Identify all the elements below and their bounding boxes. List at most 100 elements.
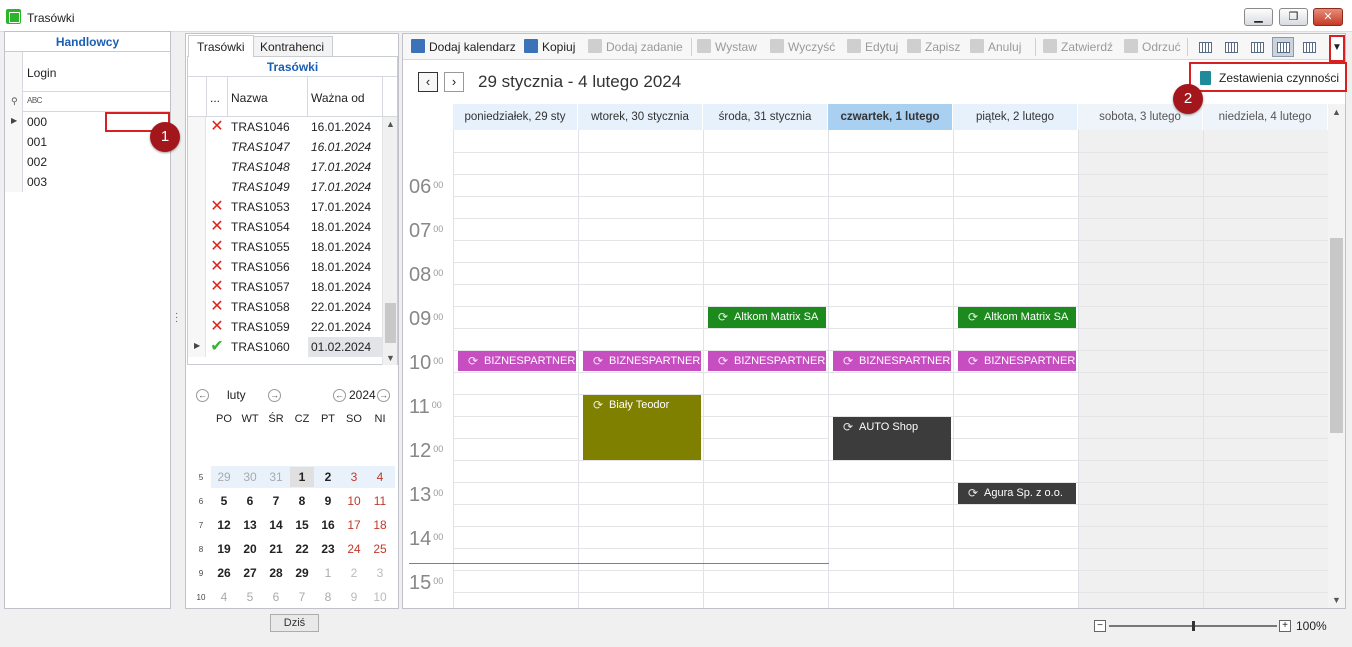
calendar-day[interactable]: 8 [290, 491, 314, 511]
calendar-day[interactable]: 9 [342, 587, 366, 607]
day-header-6[interactable]: niedziela, 4 lutego [1203, 104, 1328, 130]
zoom-slider-thumb[interactable] [1192, 621, 1195, 631]
prev-year-icon[interactable]: ← [333, 389, 346, 402]
day-column[interactable] [1203, 130, 1328, 608]
calendar-day[interactable]: 6 [264, 587, 288, 607]
toolbar-button-zapisz[interactable]: Zapisz [907, 39, 960, 55]
toolbar-button-dodaj-kalendarz[interactable]: Dodaj kalendarz [411, 39, 516, 55]
login-row-001[interactable]: 001 [5, 132, 170, 152]
more-options-dropdown[interactable]: ▼ [1329, 35, 1345, 62]
calendar-day[interactable]: 19 [212, 539, 236, 559]
trasowka-row[interactable]: ✕ TRAS1056 18.01.2024 [188, 257, 382, 277]
calendar-day[interactable]: 5 [238, 587, 262, 607]
trasowka-row[interactable]: ✕ TRAS1055 18.01.2024 [188, 237, 382, 257]
calendar-day[interactable]: 9 [316, 491, 340, 511]
today-button[interactable]: Dziś [270, 614, 319, 632]
next-week-button[interactable]: › [444, 72, 464, 92]
toolbar-button-kopiuj[interactable]: Kopiuj [524, 39, 575, 55]
toolbar-button-zatwierdź[interactable]: Zatwierdź [1043, 39, 1113, 55]
appointment[interactable]: ⟳ Altkom Matrix SA [954, 307, 1076, 328]
day-column[interactable] [1078, 130, 1203, 608]
calendar-day[interactable]: 28 [264, 563, 288, 583]
calendar-day[interactable]: 2 [316, 467, 340, 487]
appointment[interactable]: ⟳ BIZNESPARTNER. [704, 351, 826, 371]
calendar-day[interactable]: 30 [238, 467, 262, 487]
toolbar-button-dodaj-zadanie[interactable]: Dodaj zadanie [588, 39, 683, 55]
grid-vertical-scrollbar[interactable]: ▲ ▼ [382, 117, 397, 365]
close-button[interactable]: ✕ [1313, 8, 1343, 26]
scrollbar-thumb[interactable] [1330, 238, 1343, 433]
scroll-down-icon[interactable]: ▼ [1328, 595, 1345, 605]
day-header-3[interactable]: czwartek, 1 lutego [828, 104, 953, 130]
appointment[interactable]: ⟳ Altkom Matrix SA [704, 307, 826, 328]
scroll-up-icon[interactable]: ▲ [383, 119, 398, 129]
calendar-day[interactable]: 14 [264, 515, 288, 535]
view-workweek-button[interactable] [1220, 37, 1242, 57]
scrollbar-thumb[interactable] [385, 303, 396, 343]
calendar-day[interactable]: 24 [342, 539, 366, 559]
calendar-day[interactable]: 10 [368, 587, 392, 607]
day-header-4[interactable]: piątek, 2 lutego [953, 104, 1078, 130]
view-month-button[interactable] [1298, 37, 1320, 57]
view-week-button[interactable] [1246, 37, 1268, 57]
trasowka-row[interactable]: TRAS1047 16.01.2024 [188, 137, 382, 157]
calendar-day[interactable]: 1 [290, 467, 314, 487]
calendar-day[interactable]: 8 [316, 587, 340, 607]
trasowka-row[interactable]: ✕ TRAS1054 18.01.2024 [188, 217, 382, 237]
calendar-day[interactable]: 26 [212, 563, 236, 583]
column-nazwa-header[interactable]: Nazwa [231, 91, 268, 105]
next-month-icon[interactable]: → [268, 389, 281, 402]
trasowka-row[interactable]: ✕ TRAS1057 18.01.2024 [188, 277, 382, 297]
calendar-day[interactable]: 7 [290, 587, 314, 607]
zoom-in-button[interactable]: + [1279, 620, 1291, 632]
trasowka-row[interactable]: ✕ TRAS1053 17.01.2024 [188, 197, 382, 217]
calendar-day[interactable]: 12 [212, 515, 236, 535]
day-header-2[interactable]: środa, 31 stycznia [703, 104, 828, 130]
appointment[interactable]: ⟳ BIZNESPARTNER. [954, 351, 1076, 371]
maximize-button[interactable]: ❐ [1279, 8, 1308, 26]
calendar-day[interactable]: 27 [238, 563, 262, 583]
calendar-day[interactable]: 16 [316, 515, 340, 535]
tab-trasowki[interactable]: Trasówki [188, 35, 254, 57]
calendar-day[interactable]: 21 [264, 539, 288, 559]
calendar-day[interactable]: 4 [212, 587, 236, 607]
login-column-header[interactable]: Login [5, 52, 170, 92]
filter-row[interactable]: ⚲ ABC [5, 92, 170, 112]
view-fullweek-button[interactable] [1272, 37, 1294, 57]
calendar-day[interactable]: 6 [238, 491, 262, 511]
prev-month-icon[interactable]: ← [196, 389, 209, 402]
calendar-day[interactable]: 4 [368, 467, 392, 487]
calendar-day[interactable]: 13 [238, 515, 262, 535]
toolbar-button-wyczyść[interactable]: Wyczyść [770, 39, 835, 55]
calendar-day[interactable]: 22 [290, 539, 314, 559]
toolbar-button-wystaw[interactable]: Wystaw [697, 39, 757, 55]
calendar-day[interactable]: 20 [238, 539, 262, 559]
toolbar-button-odrzuć[interactable]: Odrzuć [1124, 39, 1181, 55]
tab-kontrahenci[interactable]: Kontrahenci [251, 36, 334, 56]
appointment[interactable]: ⟳ BIZNESPARTNER. [454, 351, 576, 371]
appointment[interactable]: ⟳ Biały Teodor [579, 395, 701, 460]
toolbar-button-anuluj[interactable]: Anuluj [970, 39, 1021, 55]
trasowka-row[interactable]: TRAS1048 17.01.2024 [188, 157, 382, 177]
calendar-day[interactable]: 17 [342, 515, 366, 535]
login-row-002[interactable]: 002 [5, 152, 170, 172]
calendar-day[interactable]: 2 [342, 563, 366, 583]
calendar-day[interactable]: 18 [368, 515, 392, 535]
day-header-1[interactable]: wtorek, 30 stycznia [578, 104, 703, 130]
calendar-day[interactable]: 1 [316, 563, 340, 583]
trasowka-row[interactable]: ✕ TRAS1059 22.01.2024 [188, 317, 382, 337]
appointment[interactable]: ⟳ Agura Sp. z o.o. [954, 483, 1076, 504]
calendar-day[interactable]: 3 [342, 467, 366, 487]
appointment[interactable]: ⟳ AUTO Shop [829, 417, 951, 460]
calendar-day[interactable]: 31 [264, 467, 288, 487]
next-year-icon[interactable]: → [377, 389, 390, 402]
trasowka-row[interactable]: TRAS1049 17.01.2024 [188, 177, 382, 197]
calendar-day[interactable]: 23 [316, 539, 340, 559]
minimize-button[interactable]: ▁ [1244, 8, 1273, 26]
scheduler-vertical-scrollbar[interactable]: ▲ ▼ [1328, 104, 1345, 608]
calendar-day[interactable]: 5 [212, 491, 236, 511]
calendar-day[interactable]: 10 [342, 491, 366, 511]
scheduler-grid[interactable]: 06 00 07 00 08 00 09 00 10 00 11 00 12 00 13 00 14 00 15 00… [403, 130, 1328, 608]
calendar-day[interactable]: 25 [368, 539, 392, 559]
appointment[interactable]: ⟳ BIZNESPARTNER. [829, 351, 951, 371]
